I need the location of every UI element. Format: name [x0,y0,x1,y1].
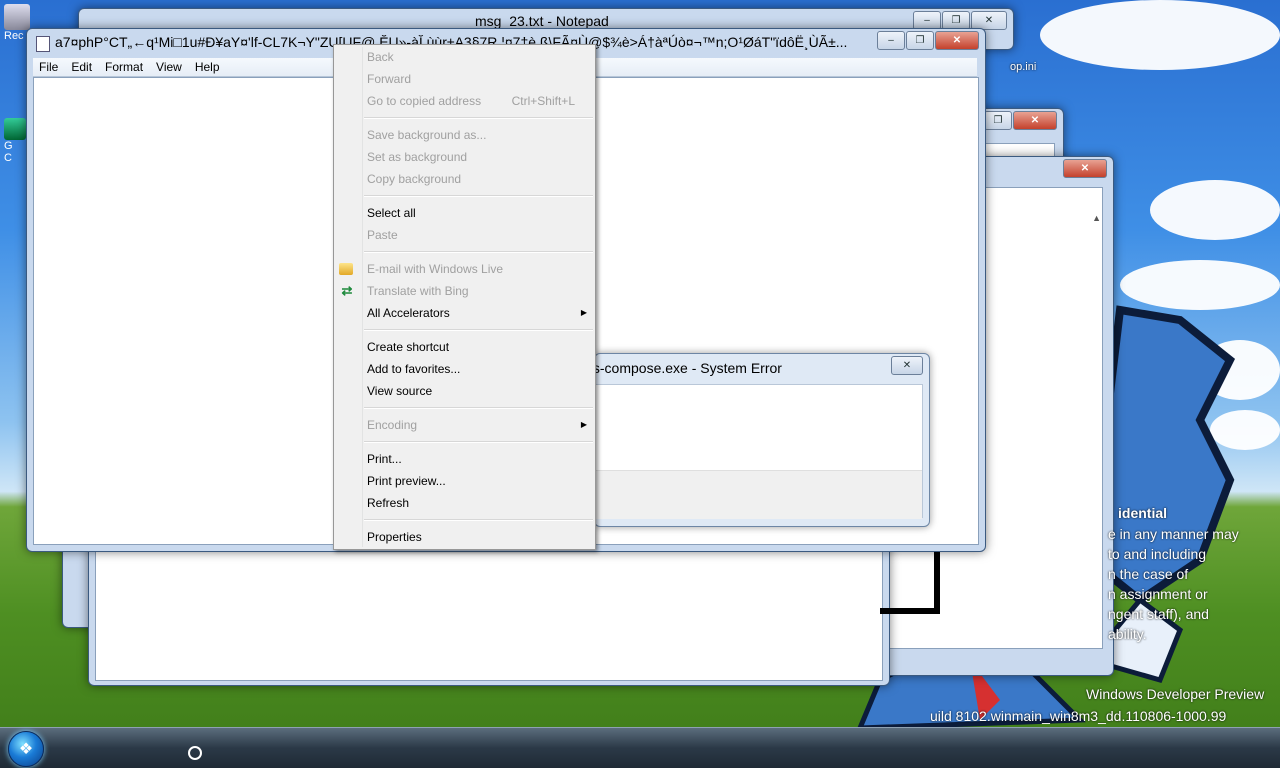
menu-separator [364,441,593,443]
menu-item-print[interactable]: Print... [367,449,589,469]
menu-separator [364,251,593,253]
menu-item-copy-background[interactable]: Copy background [367,169,589,189]
menu-view[interactable]: View [150,60,189,74]
menu-item-properties[interactable]: Properties [367,527,589,547]
start-button[interactable]: ❖ [8,731,44,767]
window-controls: ❐ ✕ [984,111,1057,130]
menu-separator [364,329,593,331]
build-watermark: uild 8102.winmain_win8m3_dd.110806-1000.… [930,708,1227,724]
menu-edit[interactable]: Edit [65,60,99,74]
menu-item-forward[interactable]: Forward [367,69,589,89]
menu-item-create-shortcut[interactable]: Create shortcut [367,337,589,357]
confidential-line: n the case of [1108,566,1189,582]
menu-item-refresh[interactable]: Refresh [367,493,589,513]
build-watermark: Windows Developer Preview [1086,686,1265,702]
menu-item-email-windows-live[interactable]: E-mail with Windows Live [339,259,589,279]
menu-file[interactable]: File [33,60,65,74]
windows-logo-icon: ❖ [18,741,34,758]
dialog-title: fs-compose.exe - System Error [589,360,782,376]
confidential-title: idential [1118,505,1168,521]
submenu-arrow-icon: ▶ [580,308,587,317]
cloud [1040,0,1280,70]
scroll-up-icon[interactable]: ▲ [1092,213,1101,223]
menu-item-encoding[interactable]: Encoding ▶ [367,415,589,435]
window-title: msg_23.txt - Notepad [475,13,609,29]
recycle-bin-icon [4,4,30,30]
desktop-file-label[interactable]: op.ini [1010,61,1036,73]
menu-separator [364,519,593,521]
menu-item-add-to-favorites[interactable]: Add to favorites... [367,359,589,379]
close-icon[interactable]: ✕ [1063,159,1107,178]
notepad-app-icon [36,36,50,52]
confidential-line: ability. [1108,626,1147,642]
menu-item-paste[interactable]: Paste [367,225,589,245]
cloud [1150,180,1280,240]
menu-item-select-all[interactable]: Select all [367,203,589,223]
dialog-button-bar [596,470,922,519]
confidential-line: n assignment or [1108,586,1208,602]
menu-item-translate-bing[interactable]: ⇄ Translate with Bing [342,281,589,301]
taskbar: ❖ [0,727,1280,768]
menu-separator [364,117,593,119]
minimize-icon[interactable]: – [877,31,905,50]
menu-gutter [362,47,363,547]
confidential-line: to and including [1108,546,1207,562]
app-icon [4,118,26,140]
menu-item-all-accelerators[interactable]: All Accelerators ▶ [367,303,589,323]
system-error-dialog[interactable]: fs-compose.exe - System Error ✕ [589,353,930,527]
window-client-area [95,547,883,681]
shortcut-text: Ctrl+Shift+L [511,94,575,108]
restore-icon[interactable]: ❐ [984,111,1012,130]
background-window[interactable] [88,540,890,686]
menu-help[interactable]: Help [189,60,227,74]
menu-separator [364,195,593,197]
maximize-icon[interactable]: ❐ [906,31,934,50]
context-menu: Back Forward Go to copied address Ctrl+Sh… [333,44,596,550]
close-icon[interactable]: ✕ [935,31,979,50]
submenu-arrow-icon: ▶ [580,420,587,429]
close-icon[interactable]: ✕ [891,356,923,375]
windows-live-mail-icon [339,263,353,275]
window-controls: ✕ [1063,159,1107,178]
bing-translate-icon: ⇄ [341,283,353,298]
menu-separator [364,407,593,409]
menu-item-print-preview[interactable]: Print preview... [367,471,589,491]
menu-item-go-to-copied-address[interactable]: Go to copied address Ctrl+Shift+L [367,91,589,111]
menu-item-save-background-as[interactable]: Save background as... [367,125,589,145]
menu-item-back[interactable]: Back [367,47,589,67]
mouse-cursor-icon [188,746,202,760]
menu-format[interactable]: Format [99,60,150,74]
menu-item-set-as-background[interactable]: Set as background [367,147,589,167]
menu-item-view-source[interactable]: View source [367,381,589,401]
confidential-line: ngent staff), and [1108,606,1209,622]
window-controls: – ❐ ✕ [877,31,979,50]
confidential-line: e in any manner may [1108,526,1239,542]
close-icon[interactable]: ✕ [1013,111,1057,130]
